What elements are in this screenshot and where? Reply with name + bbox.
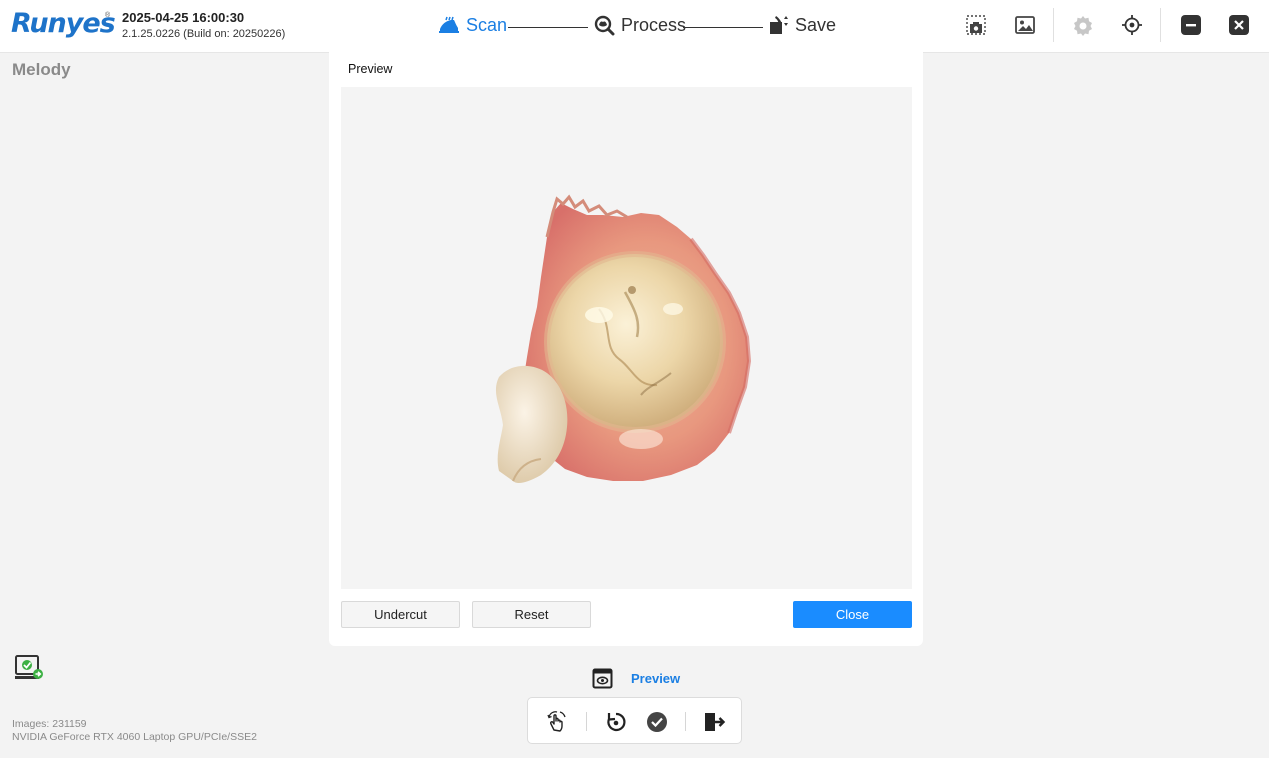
- toolbar-divider: [1160, 8, 1161, 42]
- system-info: Images: 231159 NVIDIA GeForce RTX 4060 L…: [12, 718, 257, 744]
- toolbar-divider: [1053, 8, 1054, 42]
- undercut-button[interactable]: Undercut: [341, 601, 460, 628]
- gallery-icon[interactable]: [1014, 14, 1036, 36]
- scan-model[interactable]: [341, 87, 912, 589]
- current-datetime: 2025-04-25 16:00:30: [122, 10, 245, 25]
- step-save-label: Save: [795, 14, 837, 35]
- exit-icon[interactable]: [702, 710, 726, 734]
- step-process[interactable]: Process: [593, 14, 686, 36]
- process-icon: [594, 15, 615, 36]
- dialog-title: Preview: [348, 62, 393, 76]
- build-version: 2.1.25.0226 (Build on: 20250226): [122, 28, 286, 40]
- save-icon: [770, 16, 788, 34]
- gpu-info: NVIDIA GeForce RTX 4060 Laptop GPU/PCIe/…: [12, 731, 257, 743]
- step-process-label: Process: [621, 14, 687, 35]
- preview-label[interactable]: Preview: [631, 671, 680, 686]
- rotate-icon[interactable]: [604, 710, 628, 734]
- calibrate-icon[interactable]: [1121, 14, 1143, 36]
- scan-icon: [439, 16, 459, 33]
- 3d-viewport[interactable]: [341, 87, 912, 589]
- close-icon[interactable]: [1228, 14, 1250, 36]
- step-scan-label: Scan: [466, 14, 508, 35]
- preview-toggle[interactable]: [592, 668, 613, 689]
- toolbar-divider: [685, 712, 686, 731]
- brand-logo: Runyes: [11, 8, 116, 39]
- images-count: Images: 231159: [12, 718, 87, 730]
- bottom-toolbar: [527, 697, 742, 744]
- minimize-icon[interactable]: [1180, 14, 1202, 36]
- patient-name: Melody: [12, 60, 71, 79]
- step-connector: [508, 27, 588, 28]
- capture-icon[interactable]: [965, 14, 987, 36]
- registered-mark: ®: [105, 12, 111, 19]
- preview-dialog: Preview Undercut Reset Close: [329, 52, 923, 646]
- close-button[interactable]: Close: [793, 601, 912, 628]
- reset-button[interactable]: Reset: [472, 601, 591, 628]
- confirm-icon[interactable]: [645, 710, 669, 734]
- toolbar-divider: [586, 712, 587, 731]
- screen-share-icon[interactable]: [14, 654, 44, 682]
- step-connector: [683, 27, 763, 28]
- gesture-icon[interactable]: [545, 710, 569, 734]
- top-bar: Runyes ® 2025-04-25 16:00:30 2.1.25.0226…: [0, 0, 1269, 53]
- preview-icon: [592, 668, 613, 689]
- settings-icon[interactable]: [1072, 14, 1094, 36]
- step-save[interactable]: Save: [767, 14, 836, 36]
- step-scan[interactable]: Scan: [438, 14, 507, 36]
